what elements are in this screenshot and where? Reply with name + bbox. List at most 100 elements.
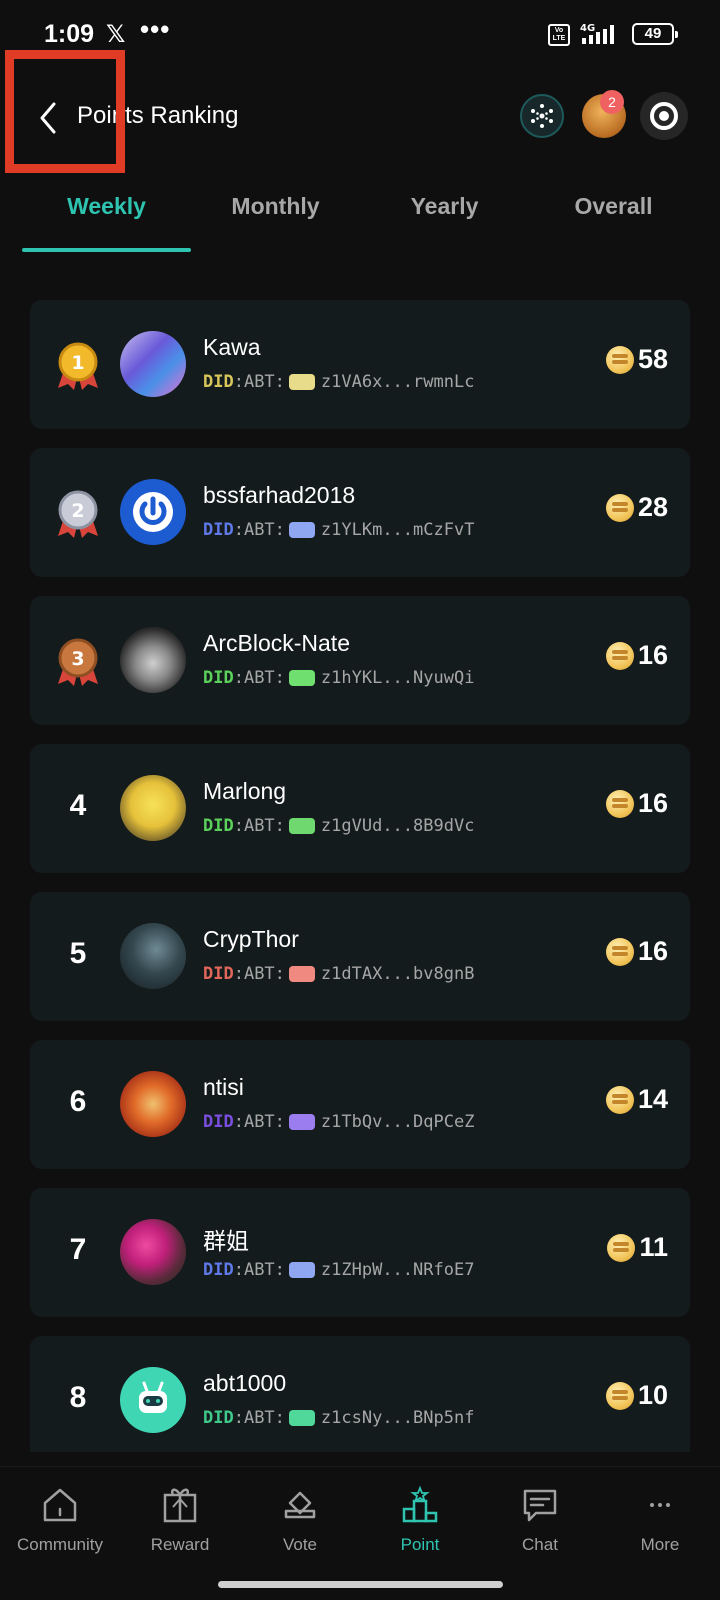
points-value: 28 (637, 492, 668, 522)
avatar (120, 1071, 186, 1137)
nav-reward[interactable]: Reward (120, 1467, 240, 1566)
silver-medal-icon: 2 (58, 490, 98, 538)
rank-number: 4 (69, 789, 87, 822)
did-chip-icon (288, 1114, 315, 1130)
did-chip-icon (288, 966, 315, 982)
points-display: 58 (605, 344, 668, 375)
did-label: DID (203, 1408, 234, 1428)
did-short-address: z1dTAX...bv8gnB (320, 964, 475, 984)
did-label: DID (203, 964, 234, 984)
status-time: 1:09 (44, 20, 95, 48)
did-scheme: :ABT: (233, 1260, 285, 1280)
medal-rank: 3 (71, 648, 84, 670)
did-chip-icon (288, 522, 315, 538)
did-address: DID :ABT: z1hYKL...NyuwQi (203, 668, 474, 688)
avatar (120, 627, 186, 693)
x-logo-icon: 𝕏 (106, 21, 126, 48)
points-value: 16 (637, 936, 668, 966)
did-scheme: :ABT: (233, 1408, 285, 1428)
rank-number: 5 (69, 937, 87, 970)
nav-more[interactable]: More (600, 1467, 720, 1566)
nav-label: Vote (282, 1535, 318, 1554)
user-name: ntisi (203, 1074, 244, 1100)
coin-icon (605, 1085, 634, 1114)
coin-icon (605, 641, 634, 670)
did-scheme: :ABT: (233, 1112, 285, 1132)
coin-icon (605, 937, 634, 966)
gold-medal-icon: 1 (58, 342, 98, 390)
tab-yearly[interactable]: Yearly (360, 178, 529, 252)
battery-icon: 49 (632, 23, 678, 45)
target-button[interactable] (640, 92, 688, 140)
chat-icon (523, 1489, 557, 1522)
ranking-row[interactable]: 5 CrypThor DID :ABT: z1dTAX...bv8gnB 16 (30, 892, 690, 1021)
did-short-address: z1VA6x...rwmnLc (320, 372, 475, 392)
coin-icon (605, 789, 634, 818)
points-value: 16 (637, 640, 668, 670)
points-display: 16 (605, 640, 668, 671)
did-short-address: z1ZHpW...NRfoE7 (320, 1260, 475, 1280)
ranking-row[interactable]: 1 Kawa DID :ABT: z1VA6x...rwmnLc 58 (30, 300, 690, 429)
points-display: 28 (605, 492, 668, 523)
tab-weekly[interactable]: Weekly (22, 178, 191, 252)
avatar (120, 479, 186, 545)
ranking-row[interactable]: 2 bssfarhad2018 DID :ABT: z1YLKm...mCzFv… (30, 448, 690, 577)
did-label: DID (203, 1112, 234, 1132)
did-address: DID :ABT: z1dTAX...bv8gnB (203, 964, 474, 984)
nav-vote[interactable]: Vote (240, 1467, 360, 1566)
points-display: 11 (607, 1232, 668, 1263)
power-icon (133, 492, 173, 532)
ranking-row[interactable]: 7 群姐 DID :ABT: z1ZHpW...NRfoE7 11 (30, 1188, 690, 1317)
points-value: 16 (637, 788, 668, 818)
did-short-address: z1TbQv...DqPCeZ (320, 1112, 475, 1132)
did-short-address: z1hYKL...NyuwQi (320, 668, 475, 688)
home-icon (43, 1488, 77, 1522)
user-name: CrypThor (203, 926, 299, 952)
did-chip-icon (288, 670, 315, 686)
user-name: abt1000 (203, 1370, 287, 1396)
avatar (120, 331, 186, 397)
nodes-icon (531, 104, 553, 128)
did-address: DID :ABT: z1csNy...BNp5nf (203, 1408, 474, 1428)
nav-label: More (640, 1535, 680, 1554)
user-name: Kawa (203, 334, 261, 360)
did-address: DID :ABT: z1VA6x...rwmnLc (203, 372, 474, 392)
nav-point[interactable]: Point (360, 1467, 480, 1566)
ranking-row[interactable]: 6 ntisi DID :ABT: z1TbQv...DqPCeZ 14 (30, 1040, 690, 1169)
did-short-address: z1csNy...BNp5nf (320, 1408, 475, 1428)
tab-monthly[interactable]: Monthly (191, 178, 360, 252)
vote-icon (284, 1491, 316, 1519)
bronze-medal-icon: 3 (58, 638, 98, 686)
nav-community[interactable]: Community (0, 1467, 120, 1566)
user-name: 群姐 (203, 1228, 249, 1254)
did-short-address: z1YLKm...mCzFvT (320, 520, 475, 540)
coin-icon (605, 1381, 634, 1410)
bottom-navigation: Community Reward Vote Point Chat More (0, 1466, 720, 1566)
points-value: 10 (637, 1380, 668, 1410)
coin-icon (605, 493, 634, 522)
ranking-row[interactable]: 8 abt1000 DID :ABT: z1csNy...BNp5nf 10 (30, 1336, 690, 1452)
avatar (120, 775, 186, 841)
user-name: Marlong (203, 778, 287, 804)
did-chip-icon (288, 374, 315, 390)
nav-chat[interactable]: Chat (480, 1467, 600, 1566)
did-label: DID (203, 668, 234, 688)
rank-number: 7 (69, 1233, 87, 1266)
did-scheme: :ABT: (233, 964, 285, 984)
did-chip-icon (288, 1262, 315, 1278)
ranking-row[interactable]: 3 ArcBlock-Nate DID :ABT: z1hYKL...NyuwQ… (30, 596, 690, 725)
did-label: DID (203, 816, 234, 836)
nav-label: Reward (150, 1535, 210, 1554)
network-nodes-button[interactable] (520, 94, 564, 138)
did-chip-icon (288, 1410, 315, 1426)
ranking-row[interactable]: 4 Marlong DID :ABT: z1gVUd...8B9dVc 16 (30, 744, 690, 873)
more-icon (650, 1503, 670, 1507)
user-name: ArcBlock-Nate (203, 630, 350, 656)
points-display: 16 (605, 788, 668, 819)
points-value: 14 (637, 1084, 668, 1114)
home-indicator[interactable] (218, 1581, 503, 1588)
did-scheme: :ABT: (233, 372, 285, 392)
tab-overall[interactable]: Overall (529, 178, 698, 252)
robot-icon (139, 1381, 167, 1413)
avatar (120, 1367, 186, 1433)
